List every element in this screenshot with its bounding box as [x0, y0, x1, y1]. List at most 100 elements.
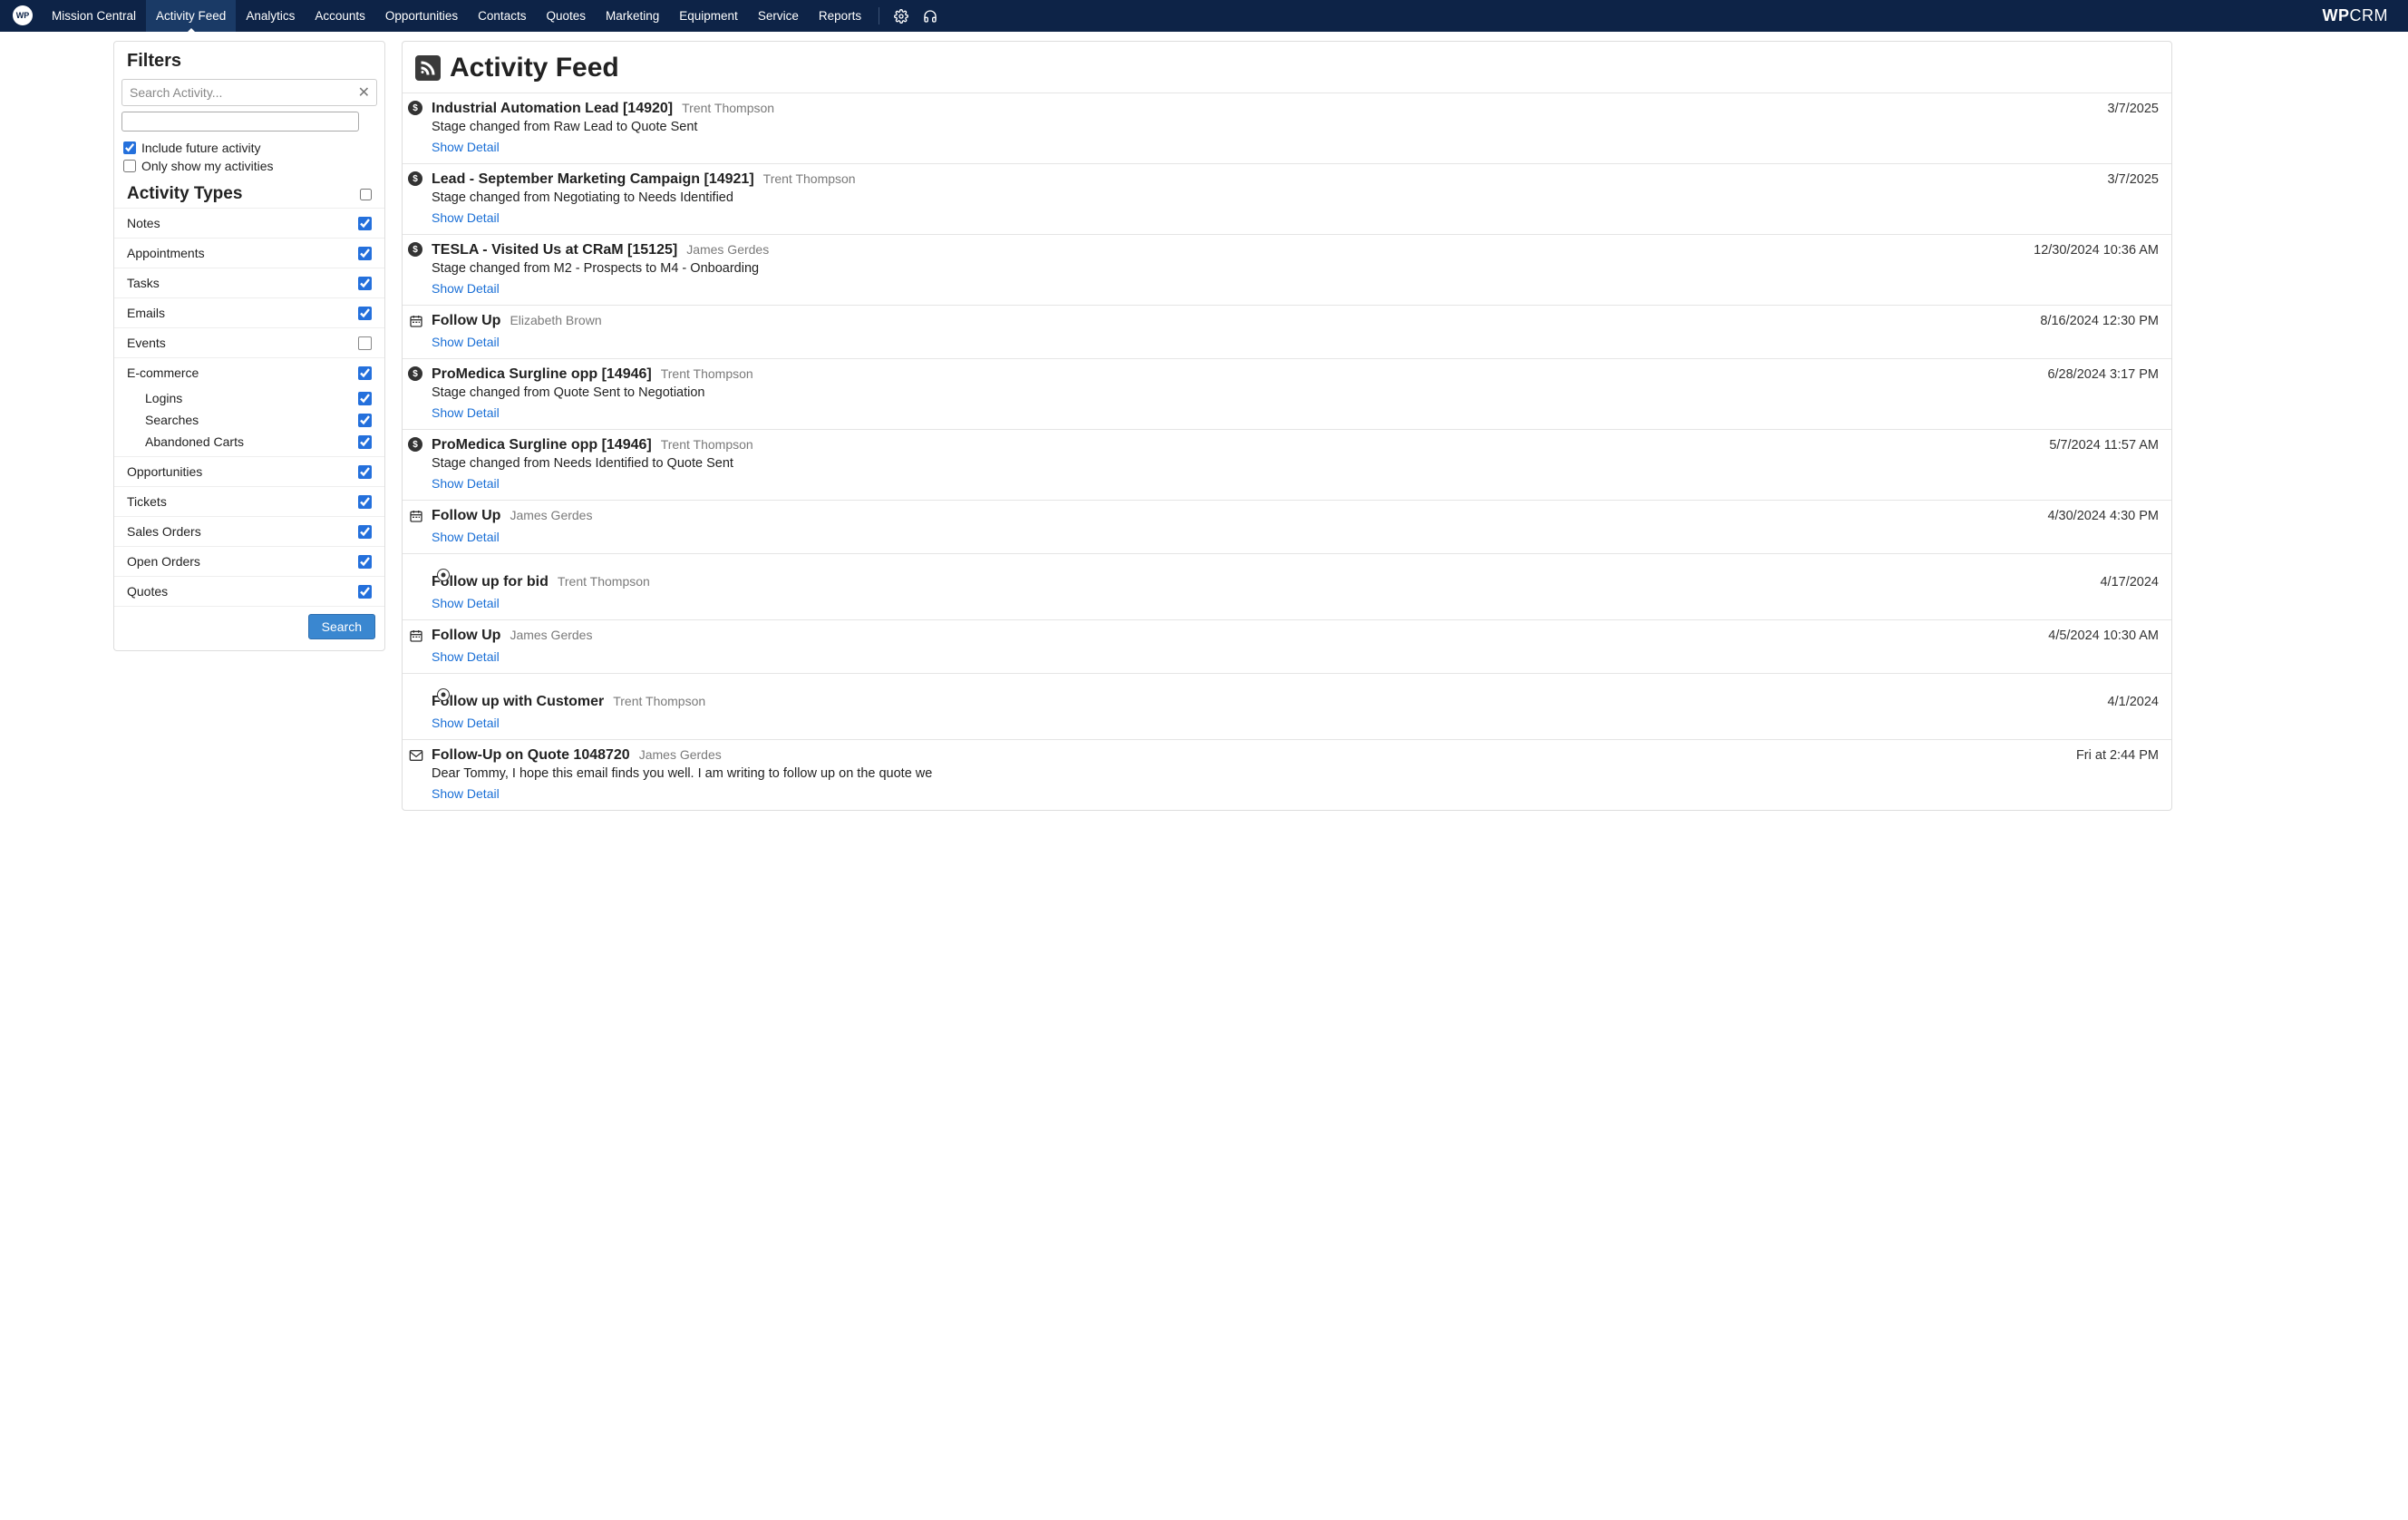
types-master-checkbox[interactable]: [360, 189, 372, 200]
secondary-filter-input[interactable]: [121, 112, 359, 132]
feed-subject[interactable]: TESLA - Visited Us at CRaM [15125]: [432, 242, 677, 258]
type-checkbox[interactable]: [358, 336, 372, 350]
show-detail-link[interactable]: Show Detail: [432, 476, 500, 491]
feed-date: 5/7/2024 11:57 AM: [2049, 438, 2159, 453]
show-detail-link[interactable]: Show Detail: [432, 786, 500, 801]
type-opportunities[interactable]: Opportunities: [114, 457, 384, 487]
settings-icon[interactable]: [887, 0, 916, 32]
activity-feed-panel: Activity Feed $Industrial Automation Lea…: [402, 41, 2172, 811]
type-events[interactable]: Events: [114, 328, 384, 358]
show-detail-link[interactable]: Show Detail: [432, 596, 500, 610]
feed-subject[interactable]: Lead - September Marketing Campaign [149…: [432, 171, 754, 188]
feed-subject[interactable]: Follow-Up on Quote 1048720: [432, 747, 630, 764]
nav-item-service[interactable]: Service: [748, 0, 809, 32]
type-label: Notes: [127, 216, 160, 230]
filters-header: Filters: [114, 42, 384, 79]
clear-search-icon[interactable]: ✕: [358, 83, 370, 102]
feed-user: James Gerdes: [510, 628, 592, 642]
type-label: Sales Orders: [127, 524, 201, 539]
type-checkbox[interactable]: [358, 247, 372, 260]
nav-item-activity-feed[interactable]: Activity Feed: [146, 0, 236, 32]
page-title: Activity Feed: [450, 53, 619, 83]
type-label: Emails: [127, 306, 165, 320]
show-detail-link[interactable]: Show Detail: [432, 335, 500, 349]
type-quotes[interactable]: Quotes: [114, 577, 384, 607]
feed-user: Trent Thompson: [763, 171, 856, 186]
only-mine-checkbox[interactable]: Only show my activities: [114, 157, 384, 175]
feed-subject[interactable]: Follow up with Customer: [432, 694, 604, 710]
type-checkbox[interactable]: [358, 277, 372, 290]
nav-item-marketing[interactable]: Marketing: [596, 0, 669, 32]
rss-icon: [415, 55, 441, 81]
show-detail-link[interactable]: Show Detail: [432, 716, 500, 730]
nav-item-equipment[interactable]: Equipment: [669, 0, 748, 32]
feed-description: Stage changed from Negotiating to Needs …: [432, 190, 2159, 205]
type-checkbox[interactable]: [358, 555, 372, 569]
type-searches[interactable]: Searches: [114, 409, 384, 431]
calendar-icon: [408, 313, 424, 329]
feed-user: Trent Thompson: [558, 574, 650, 589]
feed-description: Stage changed from Quote Sent to Negotia…: [432, 385, 2159, 400]
nav-item-reports[interactable]: Reports: [809, 0, 871, 32]
search-button[interactable]: Search: [308, 614, 375, 639]
feed-date: 6/28/2024 3:17 PM: [2047, 367, 2159, 382]
feed-subject[interactable]: ProMedica Surgline opp [14946]: [432, 437, 652, 453]
type-checkbox[interactable]: [358, 435, 372, 449]
search-input[interactable]: [121, 79, 377, 106]
show-detail-link[interactable]: Show Detail: [432, 649, 500, 664]
feed-subject[interactable]: Follow Up: [432, 508, 500, 524]
show-detail-link[interactable]: Show Detail: [432, 405, 500, 420]
type-appointments[interactable]: Appointments: [114, 239, 384, 268]
type-tasks[interactable]: Tasks: [114, 268, 384, 298]
app-logo[interactable]: WP: [13, 5, 33, 25]
type-label: Events: [127, 336, 166, 350]
task-icon: [437, 688, 450, 701]
show-detail-link[interactable]: Show Detail: [432, 140, 500, 154]
feed-subject[interactable]: Follow Up: [432, 628, 500, 644]
type-notes[interactable]: Notes: [114, 208, 384, 239]
support-icon[interactable]: [916, 0, 945, 32]
type-checkbox[interactable]: [358, 217, 372, 230]
type-checkbox[interactable]: [358, 366, 372, 380]
show-detail-link[interactable]: Show Detail: [432, 281, 500, 296]
type-open-orders[interactable]: Open Orders: [114, 547, 384, 577]
type-emails[interactable]: Emails: [114, 298, 384, 328]
type-label: Tasks: [127, 276, 160, 290]
feed-subject[interactable]: Industrial Automation Lead [14920]: [432, 101, 673, 117]
nav-item-mission-central[interactable]: Mission Central: [42, 0, 146, 32]
type-checkbox[interactable]: [358, 525, 372, 539]
feed-date: 12/30/2024 10:36 AM: [2034, 243, 2159, 258]
feed-user: Trent Thompson: [661, 437, 753, 452]
type-logins[interactable]: Logins: [114, 387, 384, 409]
type-label: E-commerce: [127, 365, 199, 380]
calendar-icon: [408, 628, 424, 644]
type-checkbox[interactable]: [358, 307, 372, 320]
nav-item-analytics[interactable]: Analytics: [236, 0, 305, 32]
nav-item-opportunities[interactable]: Opportunities: [375, 0, 468, 32]
feed-date: 3/7/2025: [2108, 172, 2159, 187]
type-tickets[interactable]: Tickets: [114, 487, 384, 517]
type-checkbox[interactable]: [358, 414, 372, 427]
type-label: Opportunities: [127, 464, 202, 479]
include-future-checkbox[interactable]: Include future activity: [114, 139, 384, 157]
type-sales-orders[interactable]: Sales Orders: [114, 517, 384, 547]
type-label: Open Orders: [127, 554, 200, 569]
type-label: Appointments: [127, 246, 205, 260]
feed-item: Follow UpJames Gerdes4/30/2024 4:30 PMSh…: [403, 500, 2171, 553]
nav-item-contacts[interactable]: Contacts: [468, 0, 536, 32]
feed-description: Stage changed from Raw Lead to Quote Sen…: [432, 120, 2159, 134]
feed-subject[interactable]: Follow Up: [432, 313, 500, 329]
show-detail-link[interactable]: Show Detail: [432, 530, 500, 544]
type-abandoned-carts[interactable]: Abandoned Carts: [114, 431, 384, 457]
type-checkbox[interactable]: [358, 585, 372, 599]
feed-subject[interactable]: ProMedica Surgline opp [14946]: [432, 366, 652, 383]
nav-item-quotes[interactable]: Quotes: [536, 0, 596, 32]
type-e-commerce[interactable]: E-commerce: [114, 358, 384, 387]
type-checkbox[interactable]: [358, 495, 372, 509]
feed-item: Follow up with CustomerTrent Thompson4/1…: [403, 673, 2171, 739]
type-label: Abandoned Carts: [145, 434, 244, 449]
type-checkbox[interactable]: [358, 465, 372, 479]
show-detail-link[interactable]: Show Detail: [432, 210, 500, 225]
type-checkbox[interactable]: [358, 392, 372, 405]
nav-item-accounts[interactable]: Accounts: [305, 0, 375, 32]
